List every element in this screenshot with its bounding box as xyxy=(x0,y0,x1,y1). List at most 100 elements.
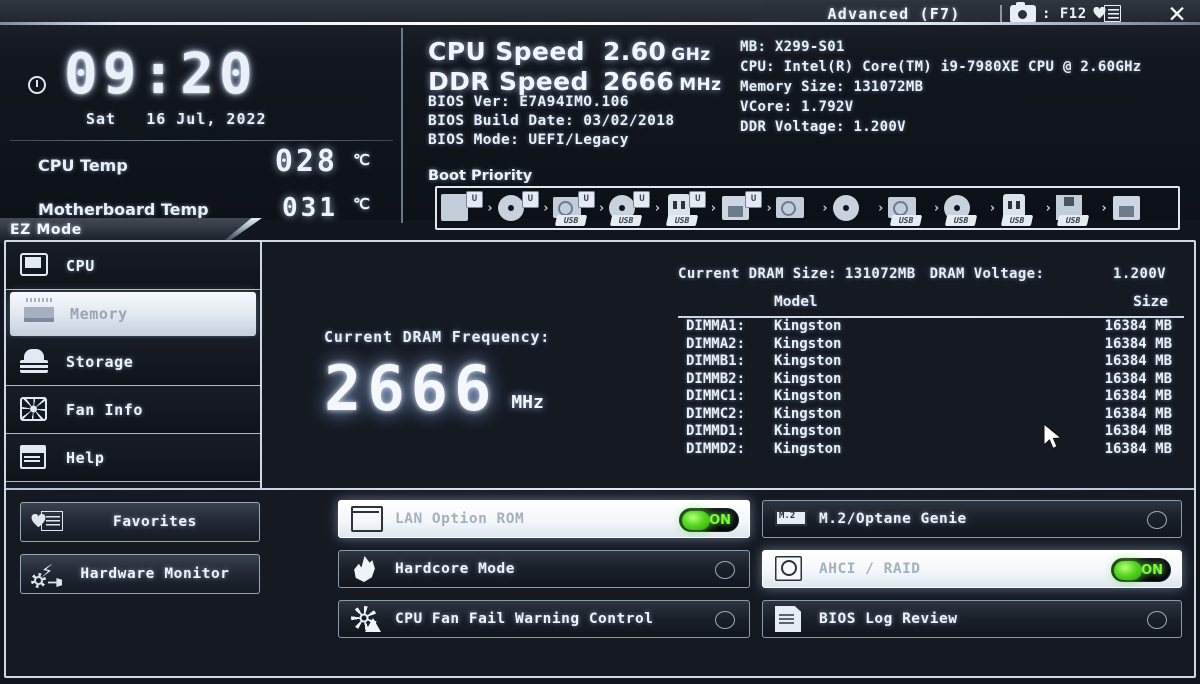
raid-disk-icon xyxy=(775,556,802,581)
dram-column-headers: Model Size xyxy=(678,294,1188,314)
dimm-slot: DIMMC2: xyxy=(686,405,746,422)
favorites-list-icon[interactable] xyxy=(1093,4,1121,23)
usb-lan-uefi-icon: U xyxy=(720,191,763,225)
toggle-lan-option-rom[interactable]: LAN Option ROM ON xyxy=(338,500,750,538)
motherboard-temp-unit: ℃ xyxy=(353,195,370,213)
system-time: 09:20 xyxy=(64,42,258,107)
sidebar-item-help[interactable]: Help xyxy=(6,434,260,482)
motherboard-temp-row: Motherboard Temp 031 ℃ xyxy=(38,193,378,223)
m2-module-icon xyxy=(775,510,807,526)
cpu-temp-row: CPU Temp 028 ℃ xyxy=(38,144,378,179)
toggle-switch-on[interactable]: ON xyxy=(1111,558,1171,582)
dram-frequency-value: 2666 xyxy=(324,352,498,425)
screenshot-shortcut-group: : F12 xyxy=(1000,1,1121,23)
table-row: DIMMB2: Kingston 16384 MB xyxy=(678,371,1188,389)
bios-info-block: BIOS Ver: E7A94IMO.106 BIOS Build Date: … xyxy=(428,93,675,150)
boot-device[interactable]: U xyxy=(441,191,483,225)
list-lines-glyph xyxy=(1103,5,1121,22)
table-row: DIMMD2: Kingston 16384 MB xyxy=(678,441,1188,459)
dimm-size: 16384 MB xyxy=(1104,335,1172,352)
dram-voltage-value: 1.200V xyxy=(1113,266,1166,282)
toggle-switch-on[interactable]: ON xyxy=(679,508,739,532)
list-lines-glyph xyxy=(41,511,63,531)
screenshot-key-label: : F12 xyxy=(1042,5,1087,22)
hardware-monitor-button[interactable]: ⚡ Hardware Monitor xyxy=(20,554,260,594)
fan-icon xyxy=(20,396,47,421)
weekday-label: Sat xyxy=(86,110,117,128)
ddr-speed-unit: MHz xyxy=(679,75,722,95)
toggle-switch-off[interactable] xyxy=(1147,511,1167,529)
usb-optical-uefi-icon: U USB xyxy=(608,191,651,226)
toggle-cpu-fan-fail-warning[interactable]: CPU Fan Fail Warning Control xyxy=(338,600,750,638)
boot-arrow-icon: › xyxy=(820,200,829,216)
dimm-slot: DIMMD1: xyxy=(686,423,746,439)
dram-size-value: 131072MB xyxy=(844,266,916,282)
log-document-icon xyxy=(775,606,801,632)
usb-hard-disk-icon: USB xyxy=(887,191,930,226)
boot-priority-bar[interactable]: U › U › U USB › U USB › U USB › U › › › USB… xyxy=(435,186,1180,230)
boot-device[interactable]: U USB xyxy=(664,191,707,226)
boot-device[interactable]: U xyxy=(497,191,539,225)
lan-icon xyxy=(1111,191,1153,225)
boot-arrow-icon: › xyxy=(541,200,550,216)
boot-device[interactable]: USB xyxy=(887,191,930,226)
boot-device[interactable] xyxy=(832,191,874,225)
toggle-ahci-raid[interactable]: AHCI / RAID ON xyxy=(762,550,1182,588)
boot-device[interactable]: U USB xyxy=(608,191,651,226)
fan-warning-icon xyxy=(351,606,381,632)
ddr-speed-label: DDR Speed xyxy=(428,67,589,96)
toggle-state-label: ON xyxy=(1141,563,1163,578)
sidebar-item-memory[interactable]: Memory xyxy=(10,292,256,336)
boot-device[interactable]: USB xyxy=(1055,191,1097,226)
toggle-switch-off[interactable] xyxy=(715,611,735,629)
toggle-switch-off[interactable] xyxy=(1147,611,1167,629)
boot-device[interactable]: U USB xyxy=(552,191,595,226)
dimm-size: 16384 MB xyxy=(1104,318,1172,334)
cpu-temp-label: CPU Temp xyxy=(38,156,128,175)
dimm-size: 16384 MB xyxy=(1104,440,1172,457)
toggle-switch-off[interactable] xyxy=(715,561,735,579)
speed-block: CPU Speed 2.60 GHz DDR Speed 2666 MHz xyxy=(428,37,721,97)
dram-info-table: Current DRAM Size: 131072MB DRAM Voltage… xyxy=(678,266,1188,458)
boot-device[interactable] xyxy=(1111,191,1153,225)
sidebar-menu: CPU Memory Storage Fan Info Help xyxy=(6,242,262,490)
dimm-size: 16384 MB xyxy=(1104,353,1172,369)
system-header: 09:20 Sat 16 Jul, 2022 CPU Temp 028 ℃ Mo… xyxy=(0,22,1200,230)
ddr-voltage-line: DDR Voltage: 1.200V xyxy=(740,119,906,135)
boot-arrow-icon: › xyxy=(765,200,773,216)
bios-build-date-line: BIOS Build Date: 03/02/2018 xyxy=(428,113,675,129)
usb-floppy-icon: USB xyxy=(1055,191,1097,226)
toggle-m2-optane-genie[interactable]: M.2/Optane Genie xyxy=(762,500,1182,538)
bottom-panel: Favorites ⚡ Hardware Monitor LAN Option … xyxy=(6,492,1194,678)
boot-device[interactable]: USB xyxy=(999,191,1041,226)
date-label: 16 Jul, 2022 xyxy=(146,110,267,128)
sidebar-item-label: Fan Info xyxy=(66,400,144,419)
dram-frequency-block: Current DRAM Frequency: 2666 MHz xyxy=(324,328,550,425)
toggle-hardcore-mode[interactable]: Hardcore Mode xyxy=(338,550,750,588)
sidebar-item-label: Memory xyxy=(70,305,128,323)
sidebar-item-storage[interactable]: Storage xyxy=(6,338,260,386)
camera-icon[interactable] xyxy=(1010,1,1036,23)
favorites-button[interactable]: Favorites xyxy=(20,502,260,542)
boot-device[interactable]: U xyxy=(720,191,763,225)
clock-and-temp-panel: 09:20 Sat 16 Jul, 2022 CPU Temp 028 ℃ Mo… xyxy=(0,28,403,223)
dram-summary-row: Current DRAM Size: 131072MB DRAM Voltage… xyxy=(678,266,1188,282)
bios-ez-mode-screen: Advanced (F7) : F12 ✕ 09:20 Sat 16 Jul, … xyxy=(0,0,1200,684)
toggle-bios-log-review[interactable]: BIOS Log Review xyxy=(762,600,1182,638)
boot-device[interactable]: USB xyxy=(943,191,985,226)
boot-arrow-icon: › xyxy=(876,200,885,216)
dimm-size: 16384 MB xyxy=(1104,405,1172,422)
hard-disk-icon xyxy=(775,191,818,225)
table-row: DIMMB1: Kingston 16384 MB xyxy=(678,353,1188,371)
cpu-model-line: CPU: Intel(R) Core(TM) i9-7980XE CPU @ 2… xyxy=(740,59,1142,75)
motherboard-temp-label: Motherboard Temp xyxy=(38,200,209,219)
dimm-slot: DIMMB1: xyxy=(686,353,746,369)
column-header-size: Size xyxy=(1133,294,1168,310)
cpu-speed-row: CPU Speed 2.60 GHz xyxy=(428,37,721,66)
sidebar-item-fan-info[interactable]: Fan Info xyxy=(6,386,260,434)
boot-device[interactable] xyxy=(775,191,818,225)
cpu-speed-unit: GHz xyxy=(671,45,711,65)
boot-arrow-icon: › xyxy=(597,200,606,216)
table-row: DIMMD1: Kingston 16384 MB xyxy=(678,423,1188,441)
sidebar-item-cpu[interactable]: CPU xyxy=(6,242,260,290)
